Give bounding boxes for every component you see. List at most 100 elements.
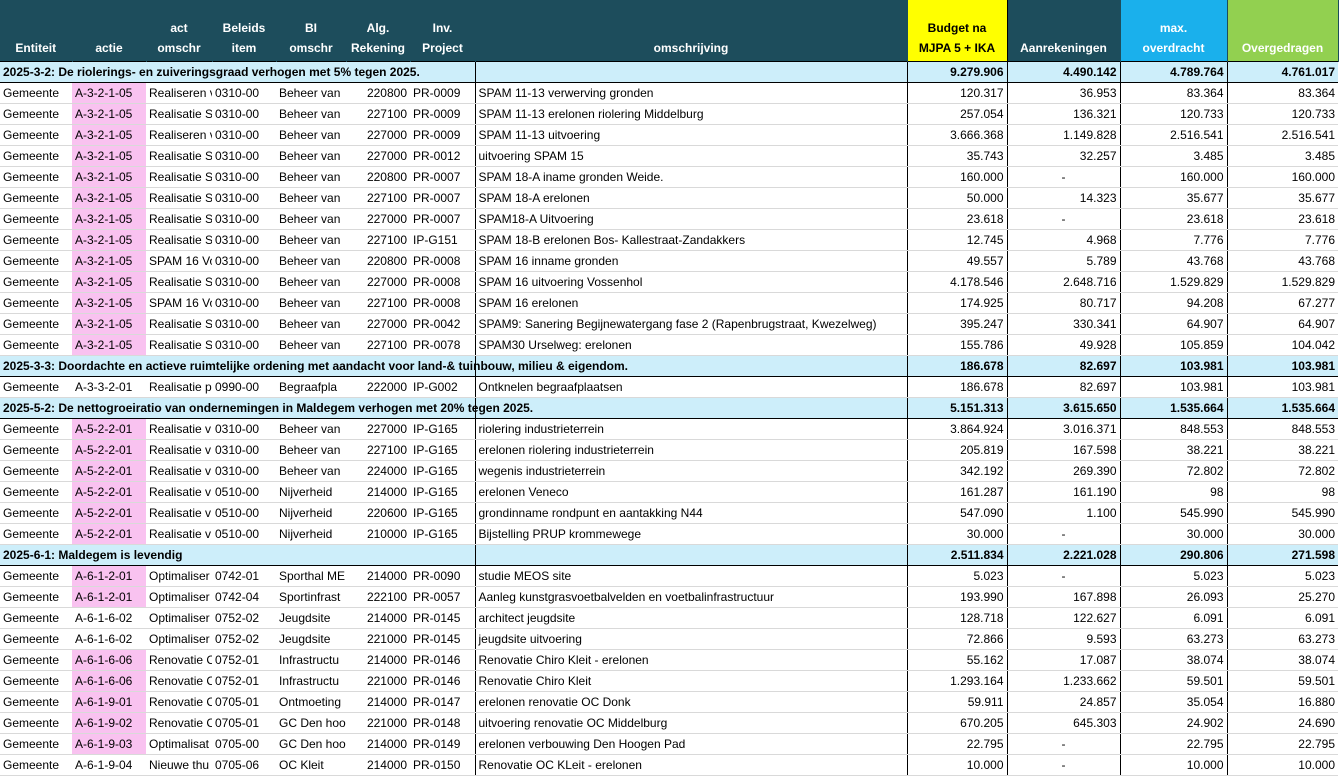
cell-entiteit[interactable]: Gemeente [0,733,72,755]
cell-aanrekeningen[interactable]: 1.233.662 [1007,670,1121,692]
cell-beleids-item[interactable]: 0310-00 [212,250,276,272]
cell-bi-omschr[interactable]: Beheer van [276,124,346,146]
cell-actie[interactable]: A-5-2-2-01 [72,523,146,545]
cell-actie[interactable]: A-3-2-1-05 [72,187,146,209]
cell-omschrijving[interactable]: Ontknelen begraafplaatsen [474,376,907,398]
cell-overgedragen[interactable]: 64.907 [1227,313,1338,335]
cell-beleids-item[interactable]: 0510-00 [212,502,276,524]
cell-budget[interactable]: 186.678 [906,376,1008,398]
cell-entiteit[interactable]: Gemeente [0,313,72,335]
cell-inv-project[interactable]: PR-0078 [410,334,475,356]
cell-max-overdracht[interactable]: 22.795 [1120,733,1228,755]
cell-inv-project[interactable]: IP-G165 [410,439,475,461]
cell-omschrijving[interactable]: SPAM 16 inname gronden [474,250,907,272]
cell-budget[interactable]: 174.925 [906,292,1008,314]
cell-actie[interactable]: A-6-1-6-02 [72,607,146,629]
cell-max-overdracht[interactable]: 1.529.829 [1120,271,1228,293]
cell-omschrijving[interactable]: erelonen renovatie OC Donk [474,691,907,713]
cell-beleids-item[interactable]: 0310-00 [212,313,276,335]
cell-omschrijving[interactable]: SPAM 11-13 verwerving gronden [474,82,907,104]
cell-inv-project[interactable]: PR-0146 [410,670,475,692]
cell-max-overdracht[interactable]: 35.677 [1120,187,1228,209]
cell-actie[interactable]: A-3-2-1-05 [72,334,146,356]
cell-aanrekeningen[interactable]: 161.190 [1007,481,1121,503]
cell-aanrekeningen[interactable]: 9.593 [1007,628,1121,650]
cell-budget[interactable]: 120.317 [906,82,1008,104]
cell-overgedragen[interactable]: 30.000 [1227,523,1338,545]
cell-overgedragen[interactable]: 103.981 [1227,376,1338,398]
cell-alg-rekening[interactable]: 227000 [346,271,410,293]
cell-act-omschr[interactable]: Realisatie S [146,208,212,230]
cell-bi-omschr[interactable]: Beheer van [276,229,346,251]
cell-overgedragen[interactable]: 2.516.541 [1227,124,1338,146]
cell-entiteit[interactable]: Gemeente [0,166,72,188]
cell-alg-rekening[interactable]: 227100 [346,292,410,314]
cell-inv-project[interactable]: IP-G002 [410,376,475,398]
cell-alg-rekening[interactable]: 214000 [346,691,410,713]
cell-bi-omschr[interactable]: GC Den hoo [276,733,346,755]
cell-budget[interactable]: 670.205 [906,712,1008,734]
cell-entiteit[interactable]: Gemeente [0,250,72,272]
cell-entiteit[interactable]: Gemeente [0,460,72,482]
cell-act-omschr[interactable]: SPAM 16 Vo [146,250,212,272]
cell-act-omschr[interactable]: Realisatie v [146,481,212,503]
cell-beleids-item[interactable]: 0752-02 [212,607,276,629]
cell-actie[interactable]: A-3-2-1-05 [72,208,146,230]
cell-bi-omschr[interactable]: Beheer van [276,145,346,167]
cell-bi-omschr[interactable]: Beheer van [276,418,346,440]
cell-act-omschr[interactable]: Renovatie C [146,691,212,713]
cell-aanrekeningen[interactable]: 167.898 [1007,586,1121,608]
cell-alg-rekening[interactable]: 227000 [346,124,410,146]
group-aanrekeningen[interactable]: 4.490.142 [1007,61,1121,83]
cell-inv-project[interactable]: IP-G165 [410,523,475,545]
cell-aanrekeningen[interactable]: 17.087 [1007,649,1121,671]
cell-max-overdracht[interactable]: 120.733 [1120,103,1228,125]
cell-alg-rekening[interactable]: 227000 [346,145,410,167]
cell-budget[interactable]: 12.745 [906,229,1008,251]
cell-aanrekeningen[interactable]: 136.321 [1007,103,1121,125]
group-max-overdracht[interactable]: 4.789.764 [1120,61,1228,83]
cell-bi-omschr[interactable]: Beheer van [276,103,346,125]
cell-aanrekeningen[interactable]: - [1007,565,1121,587]
cell-bi-omschr[interactable]: Nijverheid [276,523,346,545]
cell-aanrekeningen[interactable]: 3.016.371 [1007,418,1121,440]
group-budget[interactable]: 9.279.906 [906,61,1008,83]
cell-bi-omschr[interactable]: Beheer van [276,187,346,209]
cell-act-omschr[interactable]: Realisatie v [146,502,212,524]
cell-alg-rekening[interactable]: 214000 [346,649,410,671]
cell-omschrijving[interactable]: grondinname rondpunt en aantakking N44 [474,502,907,524]
group-budget[interactable]: 2.511.834 [906,544,1008,566]
cell-alg-rekening[interactable]: 227100 [346,103,410,125]
cell-actie[interactable]: A-3-2-1-05 [72,271,146,293]
cell-actie[interactable]: A-6-1-6-02 [72,628,146,650]
cell-entiteit[interactable]: Gemeente [0,82,72,104]
cell-inv-project[interactable]: PR-0012 [410,145,475,167]
cell-actie[interactable]: A-5-2-2-01 [72,502,146,524]
cell-alg-rekening[interactable]: 214000 [346,733,410,755]
cell-aanrekeningen[interactable]: - [1007,754,1121,776]
cell-omschrijving[interactable]: uitvoering renovatie OC Middelburg [474,712,907,734]
cell-aanrekeningen[interactable]: 645.303 [1007,712,1121,734]
cell-max-overdracht[interactable]: 94.208 [1120,292,1228,314]
cell-alg-rekening[interactable]: 220800 [346,166,410,188]
cell-beleids-item[interactable]: 0310-00 [212,103,276,125]
cell-overgedragen[interactable]: 38.221 [1227,439,1338,461]
cell-bi-omschr[interactable]: OC Kleit [276,754,346,776]
cell-max-overdracht[interactable]: 10.000 [1120,754,1228,776]
cell-max-overdracht[interactable]: 5.023 [1120,565,1228,587]
cell-inv-project[interactable]: PR-0009 [410,124,475,146]
cell-act-omschr[interactable]: Realisatie S [146,334,212,356]
cell-act-omschr[interactable]: Optimaliser [146,565,212,587]
cell-bi-omschr[interactable]: Jeugdsite [276,628,346,650]
group-aanrekeningen[interactable]: 2.221.028 [1007,544,1121,566]
cell-budget[interactable]: 5.023 [906,565,1008,587]
cell-omschrijving[interactable]: SPAM30 Urselweg: erelonen [474,334,907,356]
cell-alg-rekening[interactable]: 222000 [346,376,410,398]
cell-max-overdracht[interactable]: 160.000 [1120,166,1228,188]
cell-act-omschr[interactable]: Realisatie v [146,460,212,482]
cell-entiteit[interactable]: Gemeente [0,586,72,608]
col-header-act-omschr[interactable]: act omschr [146,0,213,62]
cell-budget[interactable]: 547.090 [906,502,1008,524]
cell-max-overdracht[interactable]: 105.859 [1120,334,1228,356]
cell-actie[interactable]: A-3-2-1-05 [72,82,146,104]
